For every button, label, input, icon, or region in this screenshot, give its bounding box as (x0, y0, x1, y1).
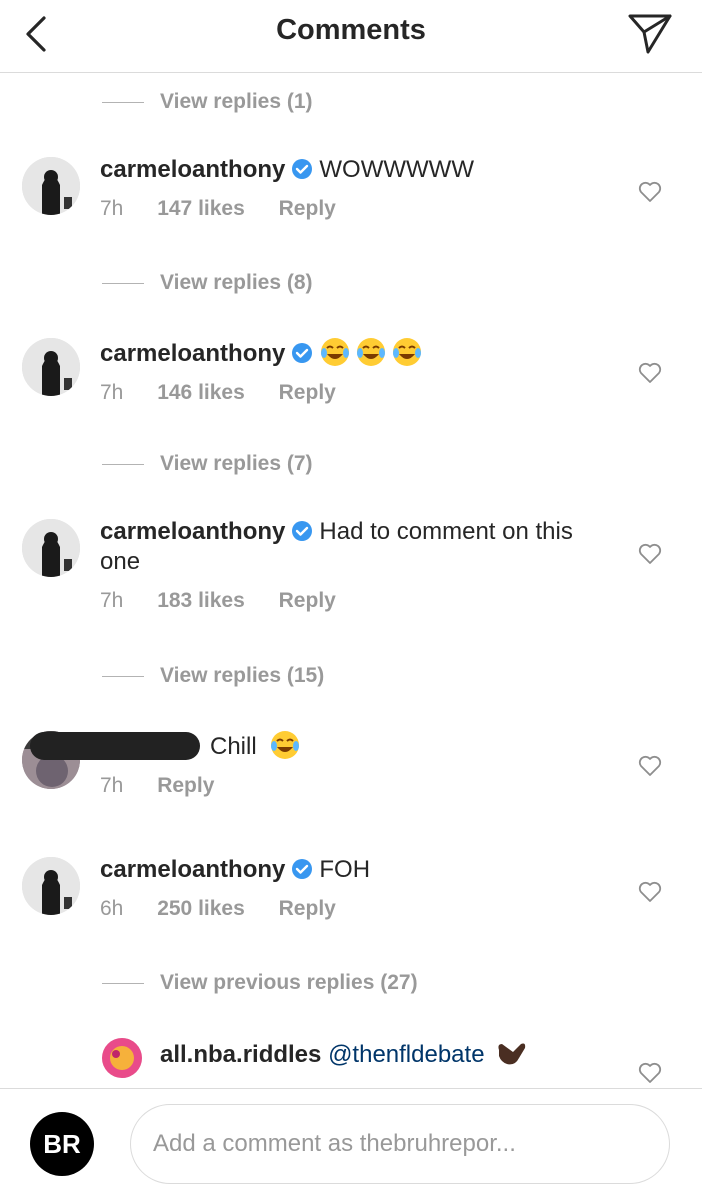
reply-button[interactable]: Reply (279, 897, 336, 920)
view-previous-replies-button[interactable]: View previous replies (27) (102, 965, 418, 1001)
verified-badge-icon (292, 343, 313, 363)
avatar[interactable] (102, 1038, 142, 1078)
header-bar: Comments (0, 0, 702, 73)
comment-item: carmeloanthony FOH 6h 250 likes Reply (0, 855, 702, 935)
comment-item: carmeloanthony 7h 146 likes Reply (0, 336, 702, 416)
profile-avatar-br-logo: BR (30, 1112, 94, 1176)
avatar[interactable] (22, 157, 80, 215)
verified-badge-icon (292, 521, 313, 541)
avatar[interactable] (22, 857, 80, 915)
comment-time: 7h (100, 774, 124, 797)
avatar[interactable] (22, 338, 80, 396)
comment-meta: 7h 146 likes Reply (100, 381, 600, 405)
username[interactable]: carmeloanthony (100, 156, 285, 183)
comment-time: 7h (100, 197, 124, 220)
view-replies-button[interactable]: View replies (7) (102, 446, 313, 482)
likes-count[interactable]: 183 likes (157, 589, 245, 612)
comment-meta: 7h Reply (30, 774, 530, 798)
comment-time: 7h (100, 381, 124, 404)
tears-of-joy-emoji-icon (271, 731, 300, 759)
comment-text: FOH (319, 856, 371, 883)
comment-item: carmeloanthony Had to comment on this one… (0, 517, 702, 627)
heart-icon[interactable] (638, 181, 662, 203)
reply-button[interactable]: Reply (157, 774, 214, 797)
heart-icon[interactable] (638, 362, 662, 384)
comment-time: 6h (100, 897, 124, 920)
tears-of-joy-emoji-icon (357, 338, 386, 366)
divider (102, 982, 144, 984)
username[interactable]: all.nba.riddles (160, 1041, 321, 1068)
heart-icon[interactable] (638, 755, 662, 777)
direct-send-icon[interactable] (626, 10, 674, 56)
likes-count[interactable]: 250 likes (157, 897, 245, 920)
tears-of-joy-emoji-icon (321, 338, 350, 366)
heart-icon[interactable] (638, 543, 662, 565)
comment-item: carmeloanthony WOWWWWW 7h 147 likes Reply (0, 155, 702, 235)
view-replies-button[interactable]: View replies (8) (102, 265, 313, 301)
heart-icon[interactable] (638, 881, 662, 903)
likes-count[interactable]: 147 likes (157, 197, 245, 220)
footer-divider (0, 1088, 702, 1089)
view-replies-button[interactable]: View replies (1) (102, 84, 313, 120)
tears-of-joy-emoji-icon (393, 338, 422, 366)
username[interactable]: carmeloanthony (100, 518, 285, 545)
comment-item: all.nba.riddles @thenfldebate (0, 1036, 702, 1088)
username[interactable]: carmeloanthony (100, 856, 285, 883)
call-me-hand-emoji-icon (497, 1043, 525, 1065)
comment-item: Chill 7h Reply (0, 729, 702, 809)
verified-badge-icon (292, 859, 313, 879)
comment-meta: 6h 250 likes Reply (100, 897, 600, 921)
comment-input[interactable] (130, 1104, 670, 1184)
divider (102, 282, 144, 284)
divider (102, 463, 144, 465)
comment-text: Chill (210, 733, 257, 760)
view-replies-button[interactable]: View replies (15) (102, 658, 324, 694)
divider (102, 101, 144, 103)
reply-button[interactable]: Reply (279, 197, 336, 220)
comment-time: 7h (100, 589, 124, 612)
divider (102, 675, 144, 677)
reply-button[interactable]: Reply (279, 381, 336, 404)
page-title: Comments (276, 14, 426, 46)
comment-meta: 7h 183 likes Reply (100, 589, 600, 613)
avatar[interactable] (22, 519, 80, 577)
verified-badge-icon (292, 159, 313, 179)
username[interactable]: carmeloanthony (100, 340, 285, 367)
redacted-username (30, 732, 200, 760)
likes-count[interactable]: 146 likes (157, 381, 245, 404)
mention-link[interactable]: @thenfldebate (328, 1041, 484, 1068)
reply-button[interactable]: Reply (279, 589, 336, 612)
comment-text: WOWWWWW (319, 156, 474, 183)
comment-meta: 7h 147 likes Reply (100, 197, 600, 221)
heart-icon[interactable] (638, 1062, 662, 1084)
